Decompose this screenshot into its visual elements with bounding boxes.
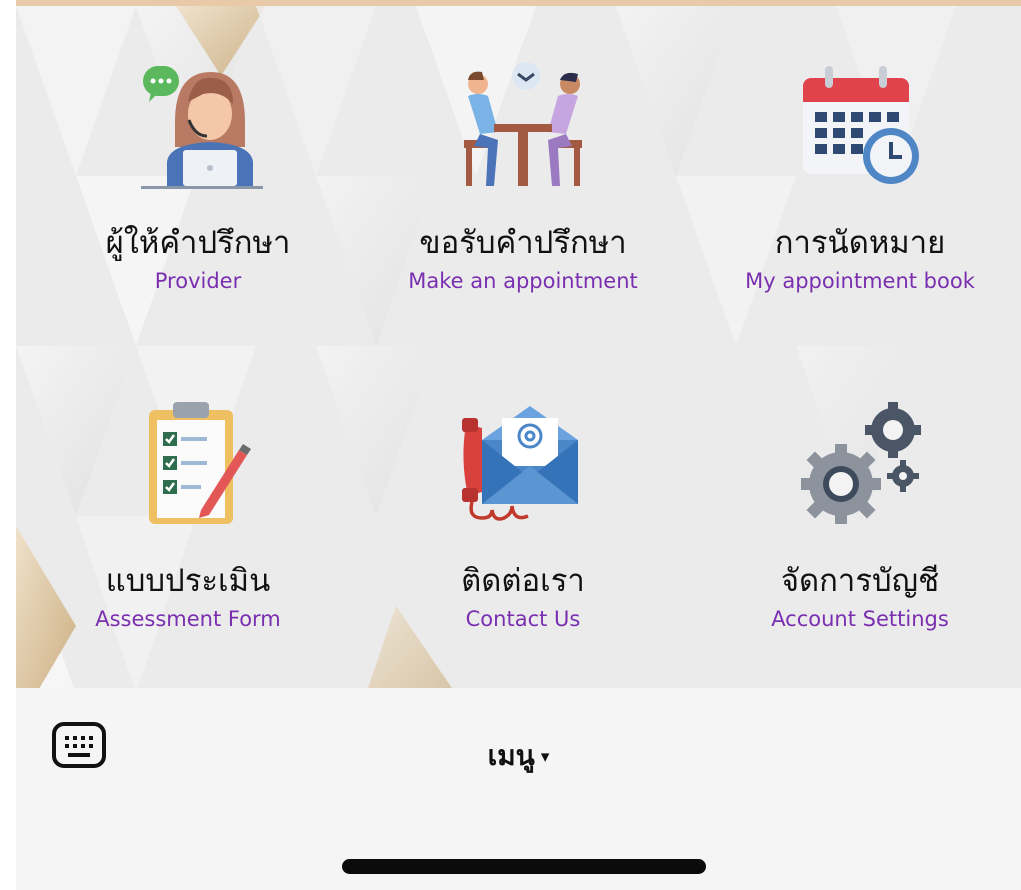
menu-item-assessment-form[interactable]: แบบประเมิน Assessment Form: [28, 344, 348, 674]
menu-item-english-label: Assessment Form: [95, 607, 281, 631]
menu-item-account-settings[interactable]: จัดการบัญชี Account Settings: [700, 344, 1020, 674]
menu-item-thai-label: แบบประเมิน: [105, 563, 271, 599]
menu-item-thai-label: จัดการบัญชี: [780, 563, 940, 599]
menu-toggle-label: เมนู: [487, 739, 535, 772]
menu-item-english-label: Provider: [154, 269, 242, 293]
consultant-headset-icon: [141, 66, 263, 189]
menu-item-english-label: My appointment book: [745, 269, 975, 293]
phone-envelope-icon: [462, 406, 578, 521]
menu-item-thai-label: การนัดหมาย: [774, 225, 946, 261]
calendar-clock-icon: [803, 66, 919, 184]
menu-item-appointment-book[interactable]: การนัดหมาย My appointment book: [700, 6, 1020, 336]
menu-item-english-label: Contact Us: [465, 607, 581, 631]
menu-item-contact-us[interactable]: ติดต่อเรา Contact Us: [363, 344, 683, 674]
menu-item-make-appointment[interactable]: ขอรับคำปรึกษา Make an appointment: [363, 6, 683, 336]
menu-item-thai-label: ขอรับคำปรึกษา: [419, 225, 627, 261]
menu-item-thai-label: ผู้ให้คำปรึกษา: [105, 225, 291, 261]
screen: ผู้ให้คำปรึกษา Provider ขอรับคำปรึกษา Ma…: [16, 0, 1021, 890]
caret-down-icon: ▾: [540, 747, 550, 767]
menu-item-provider[interactable]: ผู้ให้คำปรึกษา Provider: [38, 6, 358, 336]
menu-item-thai-label: ติดต่อเรา: [461, 563, 585, 599]
home-indicator[interactable]: [342, 859, 706, 874]
menu-item-english-label: Make an appointment: [408, 269, 638, 293]
clipboard-checklist-icon: [149, 402, 251, 524]
bottom-bar: เมนู ▾: [16, 688, 1021, 890]
menu-toggle-button[interactable]: เมนู ▾: [16, 734, 1021, 778]
menu-item-english-label: Account Settings: [771, 607, 949, 631]
rich-menu-panel: ผู้ให้คำปรึกษา Provider ขอรับคำปรึกษา Ma…: [16, 0, 1021, 688]
gears-icon: [801, 402, 921, 524]
meeting-table-icon: [464, 62, 582, 186]
